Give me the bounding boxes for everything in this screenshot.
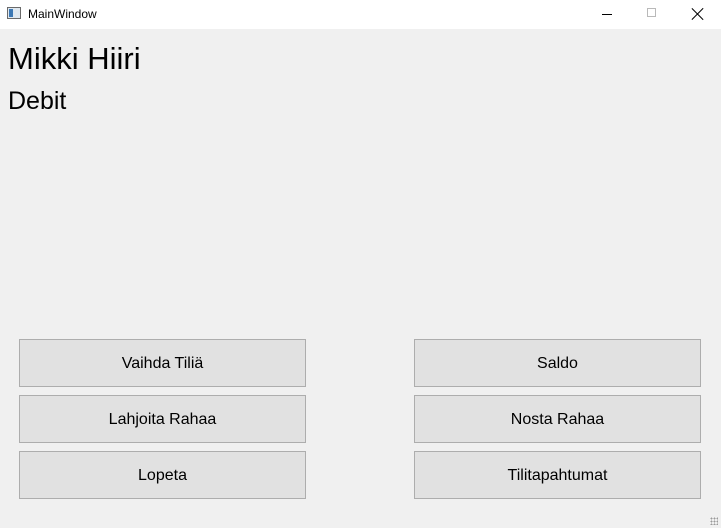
main-window: MainWindow Mikki Hiiri Debit Vaihda Tili… bbox=[0, 0, 721, 528]
withdraw-money-button[interactable]: Nosta Rahaa bbox=[414, 395, 701, 443]
window-title: MainWindow bbox=[28, 7, 97, 21]
maximize-icon bbox=[647, 8, 656, 17]
account-holder-name: Mikki Hiiri bbox=[8, 41, 141, 76]
app-window-icon bbox=[7, 7, 21, 19]
maximize-button[interactable] bbox=[629, 0, 675, 29]
minimize-icon bbox=[602, 14, 612, 15]
close-icon bbox=[691, 7, 705, 21]
minimize-button[interactable] bbox=[584, 0, 630, 29]
title-bar[interactable]: MainWindow bbox=[0, 0, 721, 29]
transactions-button[interactable]: Tilitapahtumat bbox=[414, 451, 701, 499]
balance-button[interactable]: Saldo bbox=[414, 339, 701, 387]
account-type-label: Debit bbox=[8, 87, 67, 115]
close-button[interactable] bbox=[675, 0, 721, 29]
resize-grip-icon[interactable] bbox=[710, 517, 718, 525]
quit-button[interactable]: Lopeta bbox=[19, 451, 306, 499]
change-account-button[interactable]: Vaihda Tiliä bbox=[19, 339, 306, 387]
donate-money-button[interactable]: Lahjoita Rahaa bbox=[19, 395, 306, 443]
